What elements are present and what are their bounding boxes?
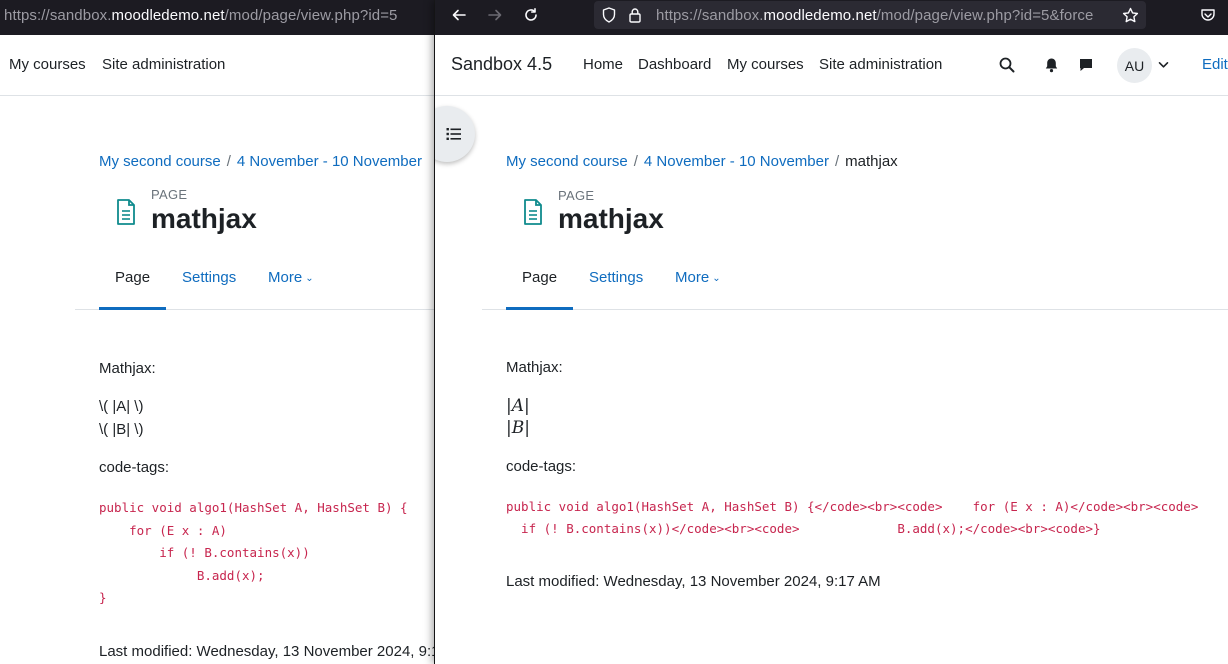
breadcrumb-section[interactable]: 4 November - 10 November: [237, 153, 422, 170]
messages-icon[interactable]: [1077, 56, 1095, 74]
right-browser-window: https://sandbox.moodledemo.net/mod/page/…: [435, 0, 1228, 664]
active-tab-indicator: [506, 307, 573, 310]
url-text: https://sandbox.moodledemo.net/mod/page/…: [656, 7, 1093, 24]
mathjax-label: Mathjax:: [506, 359, 563, 376]
left-browser-window: https://sandbox.moodledemo.net/mod/page/…: [0, 0, 434, 664]
tab-more-label: More: [675, 269, 710, 286]
search-icon[interactable]: [998, 56, 1016, 74]
url-path: /mod/page/view.php?id=5&force: [876, 7, 1094, 24]
page-type-label: PAGE: [151, 187, 188, 202]
url-host: moodledemo.net: [763, 7, 877, 24]
breadcrumb-separator: /: [834, 153, 840, 170]
course-index-toggle[interactable]: [435, 106, 475, 162]
page-file-icon: [524, 199, 542, 225]
secondary-nav-tabs: Page Settings More ⌄: [482, 262, 1228, 310]
code-line: if (! B.contains(x))</code><br><code> B.…: [506, 521, 1101, 536]
code-block: public void algo1(HashSet A, HashSet B) …: [99, 500, 408, 605]
moodle-navbar: My courses Site administration: [0, 35, 434, 96]
last-modified: Last modified: Wednesday, 13 November 20…: [506, 573, 881, 590]
nav-dashboard[interactable]: Dashboard: [638, 56, 711, 73]
url-scheme: https://sandbox.: [656, 7, 764, 24]
browser-toolbar: https://sandbox.moodledemo.net/mod/page/…: [0, 0, 434, 35]
nav-site-administration[interactable]: Site administration: [819, 56, 942, 73]
tab-more[interactable]: More ⌄: [675, 269, 721, 286]
breadcrumb-course[interactable]: My second course: [506, 153, 628, 170]
back-arrow-icon[interactable]: [450, 6, 468, 24]
chevron-down-icon: ⌄: [305, 273, 314, 284]
secondary-nav-tabs: Page Settings More ⌄: [75, 262, 434, 310]
tab-more[interactable]: More ⌄: [268, 269, 314, 286]
url-scheme: https://sandbox.: [4, 7, 112, 24]
moodle-navbar: Sandbox 4.5 Home Dashboard My courses Si…: [435, 35, 1228, 96]
code-tags-label: code-tags:: [99, 459, 170, 476]
breadcrumb-current: mathjax: [845, 153, 898, 170]
bookmark-star-icon[interactable]: [1121, 6, 1139, 24]
nav-home[interactable]: Home: [583, 56, 623, 73]
url-path: /mod/page/view.php?id=5: [224, 7, 398, 24]
tab-settings[interactable]: Settings: [182, 269, 236, 286]
tab-settings[interactable]: Settings: [589, 269, 643, 286]
tab-page[interactable]: Page: [115, 269, 150, 286]
tab-more-label: More: [268, 269, 303, 286]
last-modified: Last modified: Wednesday, 13 November 20…: [99, 643, 434, 660]
nav-my-courses[interactable]: My courses: [9, 56, 86, 73]
page-title: mathjax: [558, 203, 664, 234]
active-tab-indicator: [99, 307, 166, 310]
lock-icon[interactable]: [626, 6, 644, 24]
browser-toolbar: https://sandbox.moodledemo.net/mod/page/…: [435, 0, 1228, 35]
user-avatar[interactable]: AU: [1117, 48, 1152, 83]
notification-bell-icon[interactable]: [1042, 56, 1060, 74]
forward-arrow-icon[interactable]: [486, 6, 504, 24]
pocket-icon[interactable]: [1199, 6, 1217, 24]
breadcrumb-course[interactable]: My second course: [99, 153, 221, 170]
page-type-label: PAGE: [558, 188, 595, 203]
nav-site-administration[interactable]: Site administration: [102, 56, 225, 73]
breadcrumb: My second course / 4 November - 10 Novembe…: [506, 153, 898, 170]
breadcrumb-separator: /: [226, 153, 231, 170]
breadcrumb-section[interactable]: 4 November - 10 November: [644, 153, 829, 170]
site-name[interactable]: Sandbox 4.5: [451, 54, 552, 75]
list-icon: [446, 128, 461, 140]
nav-my-courses[interactable]: My courses: [727, 56, 804, 73]
url-field[interactable]: https://sandbox.moodledemo.net/mod/page/…: [594, 1, 1146, 29]
chevron-down-icon: ⌄: [712, 273, 721, 284]
reload-icon[interactable]: [522, 6, 540, 24]
page-file-icon: [117, 199, 135, 225]
breadcrumb: My second course / 4 November - 10 Novembe…: [99, 153, 422, 170]
edit-mode-toggle[interactable]: Edit: [1202, 56, 1228, 73]
code-line: public void algo1(HashSet A, HashSet B) …: [506, 499, 1199, 514]
url-host: moodledemo.net: [111, 7, 225, 24]
page-title: mathjax: [151, 203, 257, 234]
url-field[interactable]: https://sandbox.moodledemo.net/mod/page/…: [4, 7, 398, 24]
math-line-raw: \( |A| \): [99, 398, 144, 415]
shield-icon[interactable]: [600, 6, 618, 24]
breadcrumb-separator: /: [633, 153, 638, 170]
math-rendered: |A|: [506, 396, 530, 416]
chevron-down-icon[interactable]: [1156, 58, 1170, 72]
code-tags-label: code-tags:: [506, 458, 577, 475]
math-rendered: |B|: [506, 418, 530, 438]
math-line-raw: \( |B| \): [99, 421, 144, 438]
tab-page[interactable]: Page: [522, 269, 557, 286]
mathjax-label: Mathjax:: [99, 360, 156, 377]
